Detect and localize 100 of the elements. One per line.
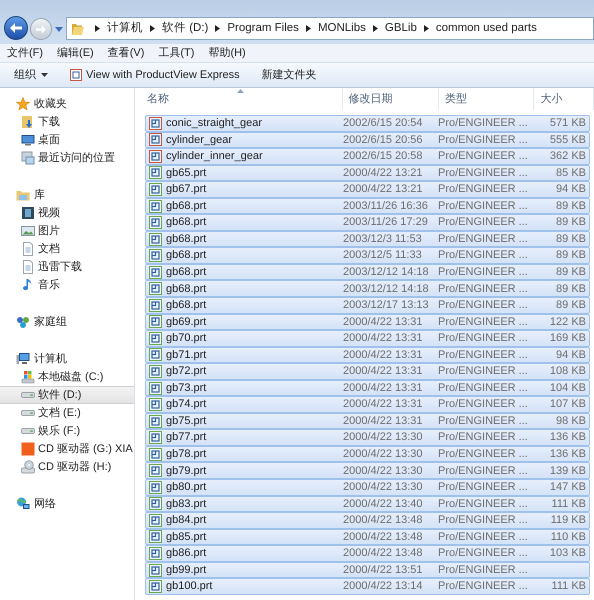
- file-row[interactable]: gb68.prt 2003/12/3 11:53 Pro/ENGINEER ... 89 KB: [145, 230, 590, 248]
- file-row[interactable]: gb78.prt 2000/4/22 13:30 Pro/ENGINEER ... 136 KB: [145, 446, 590, 462]
- menu-item[interactable]: 编辑(E): [57, 44, 94, 62]
- dropdown-caret-icon[interactable]: [55, 26, 63, 32]
- file-row[interactable]: gb68.prt 2003/12/5 11:33 Pro/ENGINEER ... 89 KB: [145, 247, 590, 264]
- column-header-label: 名称: [147, 92, 169, 107]
- modified-date: 2000/4/22 13:30: [343, 430, 424, 446]
- modified-date: 2000/4/22 13:21: [343, 182, 424, 198]
- file-size: 119 KB: [550, 513, 587, 528]
- file-size: 89 KB: [555, 215, 587, 230]
- navigation-item[interactable]: 最近访问的位置: [0, 149, 134, 167]
- column-header[interactable]: 类型: [439, 88, 534, 110]
- breadcrumb-item[interactable]: common used parts: [436, 20, 537, 38]
- navigation-group[interactable]: 库: [0, 186, 134, 204]
- modified-date: 2002/6/15 20:56: [343, 132, 424, 148]
- breadcrumb-item[interactable]: GBLib: [384, 20, 417, 38]
- column-header[interactable]: 修改日期: [342, 88, 439, 110]
- modified-date: 2000/4/22 13:31: [343, 364, 424, 380]
- file-row[interactable]: conic_straight_gear 2002/6/15 20:54 Pro/ENGINEER ... 571 KB: [145, 115, 590, 132]
- menu-item[interactable]: 帮助(H): [208, 44, 246, 62]
- navigation-item-label: 文档: [38, 242, 60, 257]
- breadcrumb-item[interactable]: MONLibs: [318, 20, 366, 38]
- navigation-item[interactable]: 文档: [0, 240, 134, 258]
- file-icon: [149, 348, 162, 362]
- breadcrumb-item[interactable]: Program Files: [227, 20, 299, 38]
- file-row[interactable]: gb67.prt 2000/4/22 13:21 Pro/ENGINEER ... 94 KB: [145, 181, 590, 198]
- file-row[interactable]: gb83.prt 2000/4/22 13:40 Pro/ENGINEER ... 111 KB: [145, 496, 590, 512]
- file-size: 103 KB: [548, 546, 587, 562]
- modified-date: 2003/11/26 16:36: [343, 198, 429, 214]
- navigation-group[interactable]: 收藏夹: [0, 95, 134, 113]
- file-row[interactable]: gb71.prt 2000/4/22 13:31 Pro/ENGINEER ... 94 KB: [145, 346, 590, 364]
- modified-date: 2002/6/15 20:58: [343, 149, 424, 164]
- file-name: cylinder_inner_gear: [166, 149, 263, 164]
- file-row[interactable]: gb84.prt 2000/4/22 13:48 Pro/ENGINEER ... 119 KB: [145, 512, 590, 529]
- back-button[interactable]: [4, 16, 28, 40]
- file-row[interactable]: gb68.prt 2003/12/12 14:18 Pro/ENGINEER ... 89 KB: [145, 264, 590, 280]
- file-icon: [149, 216, 162, 230]
- menu-item[interactable]: 工具(T): [158, 44, 194, 62]
- navigation-group-label: 计算机: [34, 352, 67, 367]
- file-row[interactable]: gb100.prt 2000/4/22 13:14 Pro/ENGINEER ... 111 KB: [145, 578, 590, 595]
- file-size: 111 KB: [550, 496, 587, 512]
- navigation-item[interactable]: 下载: [0, 113, 134, 131]
- file-row[interactable]: gb73.prt 2000/4/22 13:31 Pro/ENGINEER ... 104 KB: [145, 380, 590, 396]
- file-name: gb68.prt: [166, 248, 206, 264]
- column-header[interactable]: 名称: [141, 88, 343, 110]
- toolbar-button[interactable]: 新建文件夹: [262, 66, 317, 84]
- file-row[interactable]: gb70.prt 2000/4/22 13:31 Pro/ENGINEER ... 169 KB: [145, 330, 590, 347]
- file-row[interactable]: gb79.prt 2000/4/22 13:30 Pro/ENGINEER ... 139 KB: [145, 462, 590, 480]
- file-name: gb68.prt: [166, 215, 206, 230]
- navigation-item[interactable]: 本地磁盘 (C:): [0, 368, 134, 386]
- file-row[interactable]: gb65.prt 2000/4/22 13:21 Pro/ENGINEER ... 85 KB: [145, 164, 590, 182]
- navigation-group[interactable]: 网络: [0, 495, 134, 513]
- file-row[interactable]: gb68.prt 2003/12/17 13:13 Pro/ENGINEER ... 89 KB: [145, 297, 590, 314]
- navigation-item[interactable]: 迅雷下载: [0, 258, 134, 276]
- file-size: 362 KB: [548, 149, 587, 164]
- file-row[interactable]: gb80.prt 2000/4/22 13:30 Pro/ENGINEER ... 147 KB: [145, 479, 590, 496]
- file-icon: [149, 282, 162, 296]
- file-row[interactable]: gb68.prt 2003/11/26 17:29 Pro/ENGINEER ... 89 KB: [145, 214, 590, 231]
- file-row[interactable]: gb75.prt 2000/4/22 13:31 Pro/ENGINEER ... 98 KB: [145, 412, 590, 430]
- column-header-label: 大小: [540, 92, 562, 107]
- breadcrumb-item[interactable]: 软件 (D:): [162, 20, 208, 38]
- address-bar[interactable]: 计算机 软件 (D:) Program Files MONLibs GBLib common used parts: [66, 17, 594, 40]
- file-row[interactable]: gb85.prt 2000/4/22 13:48 Pro/ENGINEER ... 110 KB: [145, 528, 590, 546]
- file-row[interactable]: gb68.prt 2003/12/12 14:18 Pro/ENGINEER ... 89 KB: [145, 280, 590, 298]
- file-row[interactable]: cylinder_gear 2002/6/15 20:56 Pro/ENGINEER ... 555 KB: [145, 132, 590, 148]
- file-row[interactable]: gb99.prt 2000/4/22 13:51 Pro/ENGINEER ...: [145, 562, 590, 578]
- toolbar-button[interactable]: View with ProductView Express: [70, 66, 240, 84]
- file-type: Pro/ENGINEER ...: [438, 496, 529, 512]
- navigation-group[interactable]: 计算机: [0, 350, 134, 368]
- navigation-item[interactable]: 音乐: [0, 276, 134, 294]
- modified-date: 2000/4/22 13:48: [343, 546, 424, 562]
- organize-button[interactable]: 组织: [14, 66, 48, 84]
- navigation-group[interactable]: 家庭组: [0, 313, 134, 331]
- column-header[interactable]: 大小: [534, 88, 594, 110]
- file-size: 139 KB: [548, 464, 587, 479]
- file-icon: [149, 448, 162, 461]
- navigation-item[interactable]: 图片: [0, 222, 134, 240]
- breadcrumb-item[interactable]: 计算机: [107, 20, 143, 38]
- navigation-item[interactable]: CD 驱动器 (H:): [0, 458, 134, 476]
- file-row[interactable]: gb68.prt 2003/11/26 16:36 Pro/ENGINEER ... 89 KB: [145, 198, 590, 214]
- chevron-right-icon: [424, 25, 429, 32]
- file-row[interactable]: gb69.prt 2000/4/22 13:31 Pro/ENGINEER ... 122 KB: [145, 314, 590, 330]
- file-row[interactable]: gb74.prt 2000/4/22 13:31 Pro/ENGINEER ... 107 KB: [145, 396, 590, 413]
- navigation-item[interactable]: 视频: [0, 204, 134, 222]
- file-row[interactable]: cylinder_inner_gear 2002/6/15 20:58 Pro/ENGINEER ... 362 KB: [145, 148, 590, 165]
- navigation-item[interactable]: 软件 (D:): [0, 386, 134, 404]
- file-type: Pro/ENGINEER ...: [438, 430, 529, 446]
- file-row[interactable]: gb77.prt 2000/4/22 13:30 Pro/ENGINEER ... 136 KB: [145, 429, 590, 446]
- file-row[interactable]: gb86.prt 2000/4/22 13:48 Pro/ENGINEER ... 103 KB: [145, 545, 590, 562]
- navigation-item[interactable]: 娱乐 (F:): [0, 422, 134, 440]
- file-icon: [149, 580, 162, 594]
- modified-date: 2003/12/17 13:13: [343, 298, 430, 314]
- navigation-item[interactable]: 桌面: [0, 131, 134, 149]
- picture-icon: [21, 224, 35, 238]
- arrow-right-icon: [36, 24, 46, 34]
- menu-item[interactable]: 文件(F): [7, 44, 44, 62]
- menu-item[interactable]: 查看(V): [108, 44, 144, 62]
- navigation-item[interactable]: 文档 (E:): [0, 404, 134, 422]
- navigation-item[interactable]: CD 驱动器 (G:) XIA: [0, 440, 134, 458]
- file-row[interactable]: gb72.prt 2000/4/22 13:31 Pro/ENGINEER ... 108 KB: [145, 363, 590, 380]
